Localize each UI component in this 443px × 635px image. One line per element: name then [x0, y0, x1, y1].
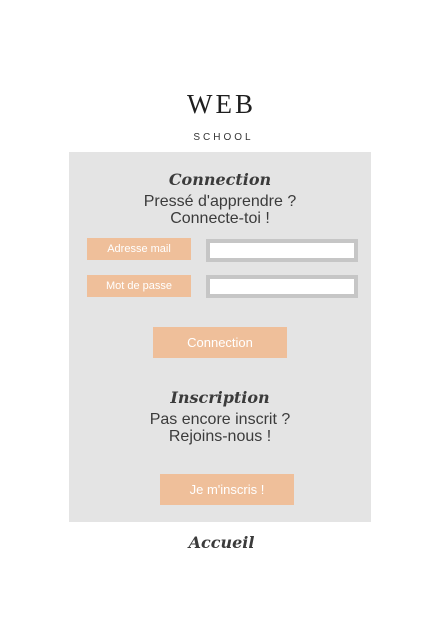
login-title: Connection	[168, 170, 272, 189]
site-logo: WEB SCHOOL	[0, 88, 443, 143]
signup-title: Inscription	[170, 388, 270, 407]
auth-panel: Connection Pressé d'apprendre ? Connecte…	[69, 152, 371, 522]
logo-subtitle: SCHOOL	[193, 132, 254, 143]
login-button[interactable]: Connection	[153, 327, 287, 358]
email-label: Adresse mail	[87, 238, 191, 260]
password-label: Mot de passe	[87, 275, 191, 297]
password-field[interactable]	[206, 275, 358, 298]
signup-button[interactable]: Je m'inscris !	[160, 474, 294, 505]
signup-text-line2: Rejoins-nous !	[168, 428, 272, 445]
home-link[interactable]: Accueil	[0, 533, 443, 552]
email-field[interactable]	[206, 239, 358, 262]
logo-title: WEB	[187, 89, 256, 119]
signup-text-line1: Pas encore inscrit ?	[149, 411, 291, 428]
login-text-line2: Connecte-toi !	[170, 210, 270, 227]
login-text-line1: Pressé d'apprendre ?	[143, 193, 297, 210]
